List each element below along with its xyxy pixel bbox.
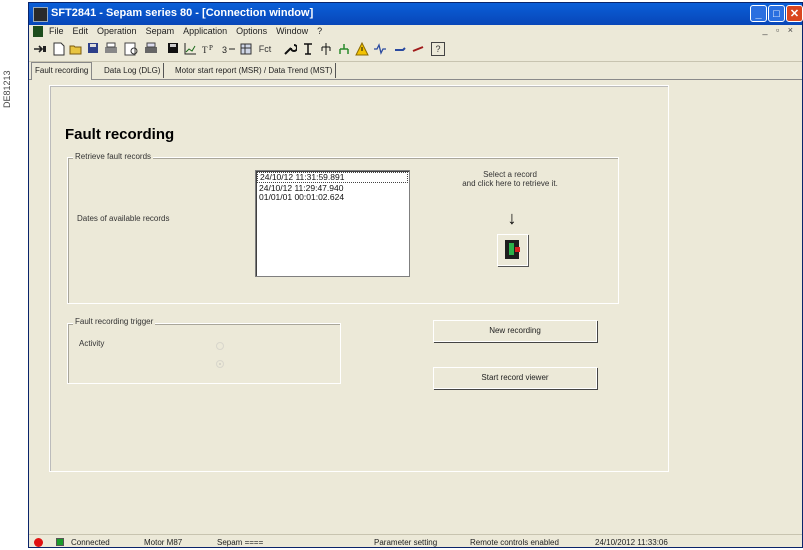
activity-off-radio[interactable] [216,342,224,350]
new-recording-button[interactable]: New recording [433,320,597,342]
door-exit-icon [505,240,520,259]
menu-options[interactable]: Options [236,26,267,36]
menu-window[interactable]: Window [276,26,308,36]
app-icon [33,7,48,22]
status-sepam: Sepam ==== [217,538,264,547]
status-ok-icon [56,538,64,546]
arrow-icon[interactable] [411,42,425,57]
signal-icon[interactable] [373,42,387,57]
tool-icon[interactable] [301,42,315,57]
status-mode: Parameter setting [374,538,438,547]
minimize-button[interactable]: _ [750,5,767,22]
close-button[interactable]: ✕ [786,5,803,22]
copy-icon[interactable]: 3 [221,42,237,57]
svg-text:T: T [202,45,208,55]
tab-data-log[interactable]: Data Log (DLG) [101,63,165,78]
fault-recording-trigger-group [67,323,341,384]
start-record-viewer-button[interactable]: Start record viewer [433,367,597,389]
menu-edit[interactable]: Edit [73,26,89,36]
dates-label: Dates of available records [77,214,170,223]
connection-led-icon [34,538,43,547]
fct-button[interactable]: Fct [257,42,273,57]
title-bar[interactable]: SFT2841 - Sepam series 80 - [Connection … [29,3,803,25]
page-title: Fault recording [65,126,175,143]
menu-help[interactable]: ? [317,26,322,36]
maximize-button[interactable]: □ [768,5,785,22]
trigger-group-label: Fault recording trigger [73,317,156,326]
tab-bar: Fault recording Data Log (DLG) Motor sta… [29,61,802,80]
flag-icon[interactable] [393,42,407,57]
new-icon[interactable] [53,42,65,57]
activity-on-radio[interactable] [216,360,224,368]
menu-bar: File Edit Operation Sepam Application Op… [29,25,802,39]
status-connection: Connected [71,538,110,547]
application-window: SFT2841 - Sepam series 80 - [Connection … [28,2,803,548]
arrow-down-icon: ↓ [507,208,517,228]
save-all-icon[interactable] [167,42,179,57]
print-setup-icon[interactable] [143,42,159,57]
status-datetime: 24/10/2012 11:33:06 [595,538,668,547]
chart-icon[interactable] [183,42,197,57]
retrieve-group-label: Retrieve fault records [73,152,154,161]
window-title: SFT2841 - Sepam series 80 - [Connection … [51,7,314,19]
tab-fault-recording[interactable]: Fault recording [31,62,93,80]
network-icon[interactable] [337,42,351,57]
toolbar: TP 3 Fct ? [29,39,802,62]
print-icon[interactable] [103,42,119,57]
mdi-window-controls[interactable]: _ ▫ × [763,25,796,35]
document-reference-label: DE81213 [2,70,12,108]
status-motor: Motor M87 [144,538,183,547]
menu-application[interactable]: Application [183,26,227,36]
retrieve-record-button[interactable] [497,234,528,266]
text-icon[interactable]: TP [201,42,217,57]
connect-icon[interactable] [33,42,47,57]
open-icon[interactable] [69,42,83,57]
select-hint-line2: and click here to retrieve it. [462,179,558,188]
status-remote: Remote controls enabled [470,538,559,547]
list-item[interactable]: 01/01/01 00:01:02.624 [256,193,409,202]
help-icon[interactable]: ? [431,42,445,56]
records-list[interactable]: 24/10/12 11:31:59.891 24/10/12 11:29:47.… [255,170,410,277]
tab-motor-start-report[interactable]: Motor start report (MSR) / Data Trend (M… [172,63,337,78]
save-icon[interactable] [87,42,99,57]
print-preview-icon[interactable] [123,42,139,57]
menu-operation[interactable]: Operation [97,26,137,36]
circuit-icon[interactable] [319,42,333,57]
alarm-icon[interactable] [355,41,369,57]
document-icon[interactable] [33,26,43,37]
menu-file[interactable]: File [49,26,64,36]
svg-text:P: P [209,44,213,52]
wrench-icon[interactable] [283,42,298,57]
list-item[interactable]: 24/10/12 11:31:59.891 [257,172,408,183]
select-record-hint: Select a record and click here to retrie… [435,170,585,188]
select-hint-line1: Select a record [483,170,537,179]
settings-icon[interactable] [239,42,253,57]
menu-sepam[interactable]: Sepam [146,26,175,36]
svg-text:3: 3 [222,45,227,55]
activity-label: Activity [79,339,105,348]
